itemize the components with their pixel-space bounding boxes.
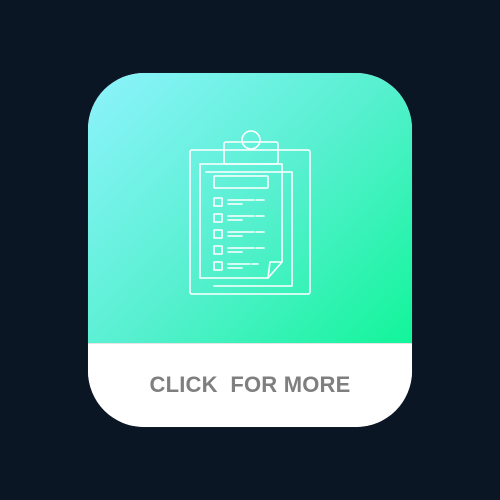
click-for-more-label: CLICK FOR MORE: [149, 371, 351, 397]
app-icon-button[interactable]: CLICK FOR MORE: [88, 73, 412, 427]
cta-area[interactable]: CLICK FOR MORE: [88, 344, 412, 427]
icon-area: [88, 73, 412, 343]
page-background: CLICK FOR MORE: [0, 0, 500, 500]
clipboard-checklist-icon: [189, 130, 311, 295]
